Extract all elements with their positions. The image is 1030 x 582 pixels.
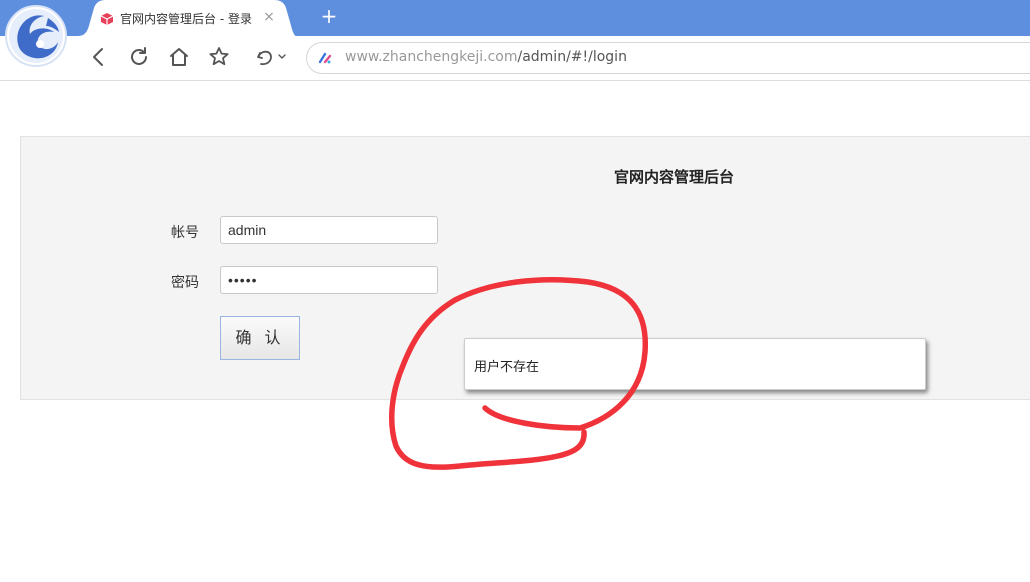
address-url[interactable]: www.zhanchengkeji.com/admin/#!/login [345,49,627,65]
red-box-icon [100,11,114,25]
browser-window: 官网内容管理后台 - 登录 × + www.zhanchengkeji.com/… [0,0,1030,582]
home-icon[interactable] [166,44,192,70]
undo-icon[interactable] [252,44,292,70]
username-label: 帐号 [171,225,199,241]
tab-active[interactable]: 官网内容管理后台 - 登录 × [78,0,296,36]
username-input[interactable] [220,216,438,244]
address-bar[interactable]: www.zhanchengkeji.com/admin/#!/login [306,42,1030,74]
toast-message: 用户不存在 [474,360,540,375]
url-host: www.zhanchengkeji.com [345,49,518,65]
browser-logo-icon[interactable] [4,4,68,68]
tab-title: 官网内容管理后台 - 登录 [120,12,252,26]
site-info-icon[interactable] [317,50,333,66]
password-label: 密码 [171,275,199,291]
url-path: /admin/#!/login [517,49,627,65]
star-icon[interactable] [206,44,232,70]
password-input[interactable] [220,266,438,294]
confirm-button[interactable]: 确 认 [220,316,300,360]
new-tab-button[interactable]: + [318,4,340,28]
page-title: 官网内容管理后台 [614,168,735,186]
back-icon[interactable] [86,44,112,70]
reload-icon[interactable] [126,44,152,70]
error-toast: 用户不存在 [464,338,926,390]
tab-close-icon[interactable]: × [262,9,276,25]
